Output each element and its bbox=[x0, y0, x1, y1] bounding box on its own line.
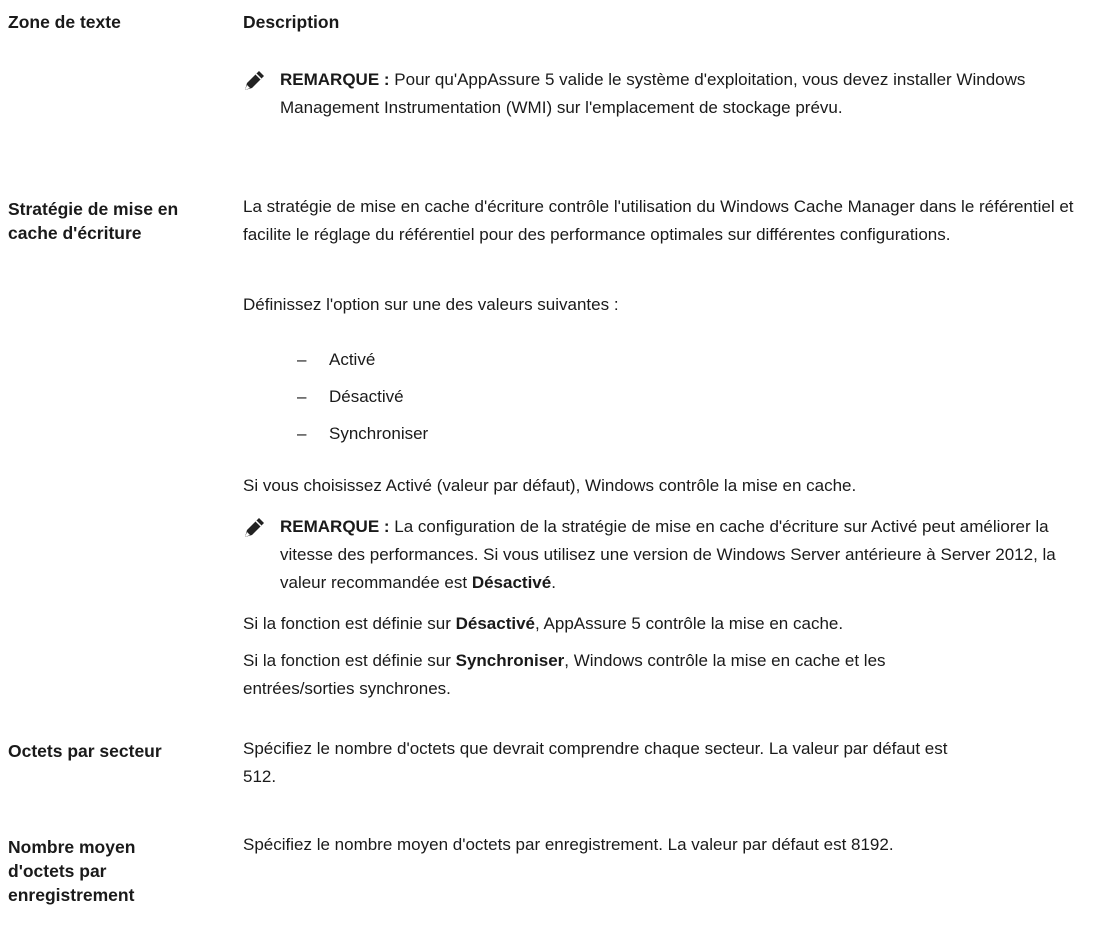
write-cache-desc-define: Définissez l'option sur une des valeurs … bbox=[243, 291, 1103, 319]
option-label: Désactivé bbox=[329, 387, 404, 406]
option-label: Activé bbox=[329, 350, 376, 369]
list-item: – Activé bbox=[297, 346, 375, 374]
column-header-description: Description bbox=[243, 12, 340, 32]
term-bytes-per-sector: Octets par secteur bbox=[8, 741, 162, 761]
column-header-field: Zone de texte bbox=[8, 12, 121, 32]
write-cache-desc-disabled: Si la fonction est définie sur Désactivé… bbox=[243, 614, 844, 633]
pencil-note-icon bbox=[243, 70, 265, 92]
note-label: REMARQUE : bbox=[280, 70, 390, 89]
note-bold-value: Désactivé bbox=[471, 573, 552, 592]
note-text: REMARQUE : Pour qu'AppAssure 5 valide le… bbox=[280, 66, 1060, 122]
pencil-note-icon bbox=[243, 517, 265, 539]
term-avg-bytes-per-record: Nombre moyen d'octets par enregistrement bbox=[8, 837, 136, 905]
paragraph: Définissez l'option sur une des valeurs … bbox=[243, 295, 619, 314]
write-cache-desc-default: Si vous choisissez Activé (valeur par dé… bbox=[243, 472, 1103, 500]
write-cache-desc-sync: Si la fonction est définie sur Synchroni… bbox=[243, 651, 886, 698]
term-write-cache-policy: Stratégie de mise en cache d'écriture bbox=[8, 199, 179, 243]
note-text: REMARQUE : La configuration de la straté… bbox=[280, 517, 1056, 592]
paragraph: La stratégie de mise en cache d'écriture… bbox=[243, 197, 1074, 244]
paragraph: Si vous choisissez Activé (valeur par dé… bbox=[243, 476, 857, 495]
option-label: Synchroniser bbox=[329, 424, 429, 443]
note-body: Pour qu'AppAssure 5 valide le système d'… bbox=[280, 70, 1026, 117]
write-cache-desc-intro: La stratégie de mise en cache d'écriture… bbox=[243, 193, 1103, 249]
note-block: REMARQUE : Pour qu'AppAssure 5 valide le… bbox=[243, 66, 1060, 122]
note-block: REMARQUE : La configuration de la straté… bbox=[243, 513, 1100, 597]
note-label: REMARQUE : bbox=[280, 517, 390, 536]
list-item: – Désactivé bbox=[297, 383, 404, 411]
avg-bytes-per-record-desc: Spécifiez le nombre moyen d'octets par e… bbox=[243, 835, 894, 854]
list-item: – Synchroniser bbox=[297, 420, 428, 448]
note-body: La configuration de la stratégie de mise… bbox=[280, 517, 1056, 592]
bytes-per-sector-desc: Spécifiez le nombre d'octets que devrait… bbox=[243, 739, 948, 786]
